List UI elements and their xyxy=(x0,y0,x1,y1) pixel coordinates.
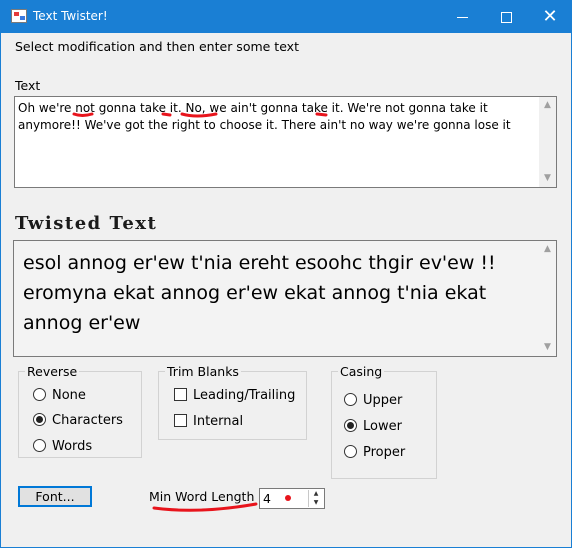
twisted-text-value: esol annog er'ew t'nia ereht esoohc thgi… xyxy=(23,252,496,334)
title-bar: Text Twister! ✕ xyxy=(0,0,572,33)
twisted-text-title: Twisted Text xyxy=(15,213,158,234)
checkbox-icon[interactable] xyxy=(174,388,187,401)
trim-blanks-legend: Trim Blanks xyxy=(165,364,241,379)
radio-icon[interactable] xyxy=(344,393,357,406)
checkbox-icon[interactable] xyxy=(174,414,187,427)
scroll-up-icon[interactable]: ▲ xyxy=(539,241,556,258)
scroll-up-icon[interactable]: ▲ xyxy=(539,97,556,114)
text-input[interactable]: Oh we're not gonna take it. No, we ain't… xyxy=(14,96,557,188)
text-label: Text xyxy=(15,78,41,93)
trim-internal-checkbox[interactable]: Internal xyxy=(174,414,243,429)
casing-lower-radio[interactable]: Lower xyxy=(344,419,402,434)
instruction-label: Select modification and then enter some … xyxy=(15,39,299,54)
reverse-none-label: None xyxy=(52,388,86,403)
reverse-characters-radio[interactable]: Characters xyxy=(33,413,123,428)
trim-leading-trailing-checkbox[interactable]: Leading/Trailing xyxy=(174,388,295,403)
scroll-down-icon[interactable]: ▼ xyxy=(539,339,556,356)
radio-icon[interactable] xyxy=(33,439,46,452)
maximize-icon xyxy=(500,12,512,23)
output-scrollbar[interactable]: ▲ ▼ xyxy=(539,241,556,356)
close-icon: ✕ xyxy=(542,6,558,27)
text-input-value[interactable]: Oh we're not gonna take it. No, we ain't… xyxy=(18,100,533,134)
trim-blanks-group: Trim Blanks Leading/Trailing Internal xyxy=(158,364,307,440)
twisted-text-output: esol annog er'ew t'nia ereht esoohc thgi… xyxy=(13,240,557,357)
reverse-words-label: Words xyxy=(52,439,93,454)
min-word-length-value[interactable]: 4 xyxy=(263,491,271,506)
window-title: Text Twister! xyxy=(33,9,108,23)
casing-proper-radio[interactable]: Proper xyxy=(344,445,405,460)
reverse-legend: Reverse xyxy=(25,364,80,379)
stepper-down-icon[interactable]: ▼ xyxy=(309,499,323,507)
stepper-up-icon[interactable]: ▲ xyxy=(309,490,323,498)
radio-checked-icon[interactable] xyxy=(33,413,46,426)
reverse-none-radio[interactable]: None xyxy=(33,388,86,403)
font-button[interactable]: Font... xyxy=(18,486,92,507)
minimize-icon xyxy=(456,17,468,18)
app-icon xyxy=(11,9,27,23)
casing-proper-label: Proper xyxy=(363,445,406,460)
radio-icon[interactable] xyxy=(344,445,357,458)
close-button[interactable]: ✕ xyxy=(528,0,572,33)
maximize-button[interactable] xyxy=(484,0,528,33)
stepper-buttons[interactable]: ▲ ▼ xyxy=(308,490,323,507)
reverse-group: Reverse None Characters Words xyxy=(18,364,142,458)
minimize-button[interactable] xyxy=(440,0,484,33)
annotation-underline-min-word-length xyxy=(152,502,258,512)
trim-internal-label: Internal xyxy=(193,414,244,429)
min-word-length-label: Min Word Length xyxy=(149,489,255,504)
min-word-length-stepper[interactable]: 4 ▲ ▼ xyxy=(259,488,325,509)
casing-group: Casing Upper Lower Proper xyxy=(331,364,437,479)
scroll-down-icon[interactable]: ▼ xyxy=(539,170,556,187)
casing-legend: Casing xyxy=(338,364,385,379)
reverse-characters-label: Characters xyxy=(52,413,123,428)
reverse-words-radio[interactable]: Words xyxy=(33,439,92,454)
trim-leading-trailing-label: Leading/Trailing xyxy=(193,388,296,403)
radio-icon[interactable] xyxy=(33,388,46,401)
radio-checked-icon[interactable] xyxy=(344,419,357,432)
casing-upper-radio[interactable]: Upper xyxy=(344,393,402,408)
casing-lower-label: Lower xyxy=(363,419,402,434)
text-input-scrollbar[interactable]: ▲ ▼ xyxy=(539,97,556,187)
casing-upper-label: Upper xyxy=(363,393,403,408)
